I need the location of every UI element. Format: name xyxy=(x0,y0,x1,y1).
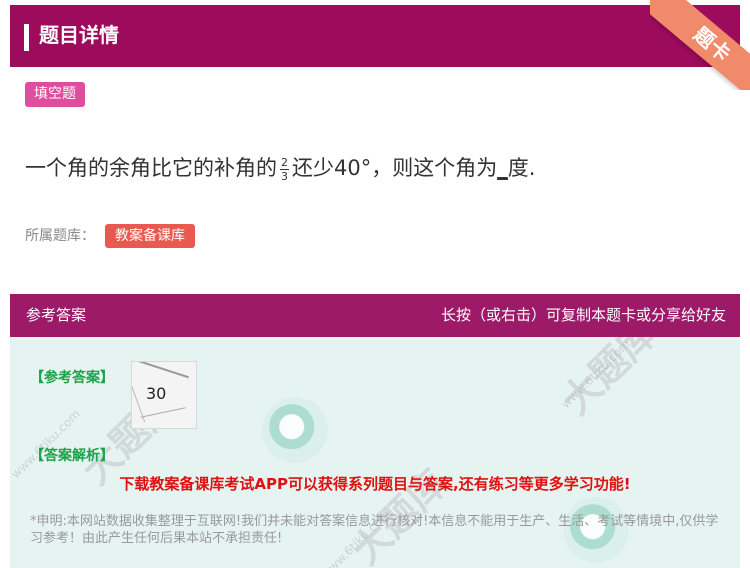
watermark-text: 大题库 xyxy=(553,337,666,423)
fraction-denominator: 3 xyxy=(281,169,288,183)
answer-blank: _ xyxy=(497,156,508,180)
library-label: 所属题库： xyxy=(25,228,95,244)
fraction: 23 xyxy=(280,156,289,183)
question-type-badge: 填空题 xyxy=(25,82,85,107)
analysis-label: 【答案解析】 xyxy=(30,448,114,464)
answer-image-text: 30 xyxy=(146,384,167,403)
disclaimer-text: *申明:本网站数据收集整理于互联网!我们并未能对答案信息进行核对!本信息不能用于… xyxy=(30,514,719,546)
answer-image: 30 xyxy=(131,361,197,429)
library-tag[interactable]: 教案备课库 xyxy=(105,224,195,248)
watermark-url: www.6tiku.com xyxy=(558,337,634,412)
reference-answer-label: 【参考答案】 xyxy=(30,370,114,386)
share-hint: 长按（或右击）可复制本题卡或分享给好友 xyxy=(440,306,726,324)
watermark-text: 大题库 xyxy=(343,461,456,568)
question-text-after: 还少40°，则这个角为 xyxy=(292,156,498,180)
promo-text[interactable]: 下载教案备课库考试APP可以获得系列题目与答案,还有练习等更多学习功能! xyxy=(10,473,740,494)
question-text-end: 度. xyxy=(507,156,536,180)
watermark-url: www.6tiku.com xyxy=(10,406,84,482)
corner-ribbon-label: 题卡 xyxy=(689,22,736,67)
answer-header-bar: 参考答案 长按（或右击）可复制本题卡或分享给好友 xyxy=(10,294,740,337)
answer-panel: 大题库 大题库 大题库 www.6tiku.com www.6tiku.com … xyxy=(10,337,740,568)
fraction-numerator: 2 xyxy=(280,155,289,170)
answer-header-title: 参考答案 xyxy=(26,306,87,324)
header-bar: 题目详情 xyxy=(10,5,740,67)
header-accent-bar xyxy=(24,24,29,51)
question-text: 一个角的余角比它的补角的 2 3 还少40°，则这个角为_度. xyxy=(25,142,535,194)
corner-ribbon: 题卡 xyxy=(650,0,750,90)
question-text-before: 一个角的余角比它的补角的 xyxy=(25,156,277,180)
watermark-logo xyxy=(262,397,328,463)
page-title: 题目详情 xyxy=(39,23,119,47)
